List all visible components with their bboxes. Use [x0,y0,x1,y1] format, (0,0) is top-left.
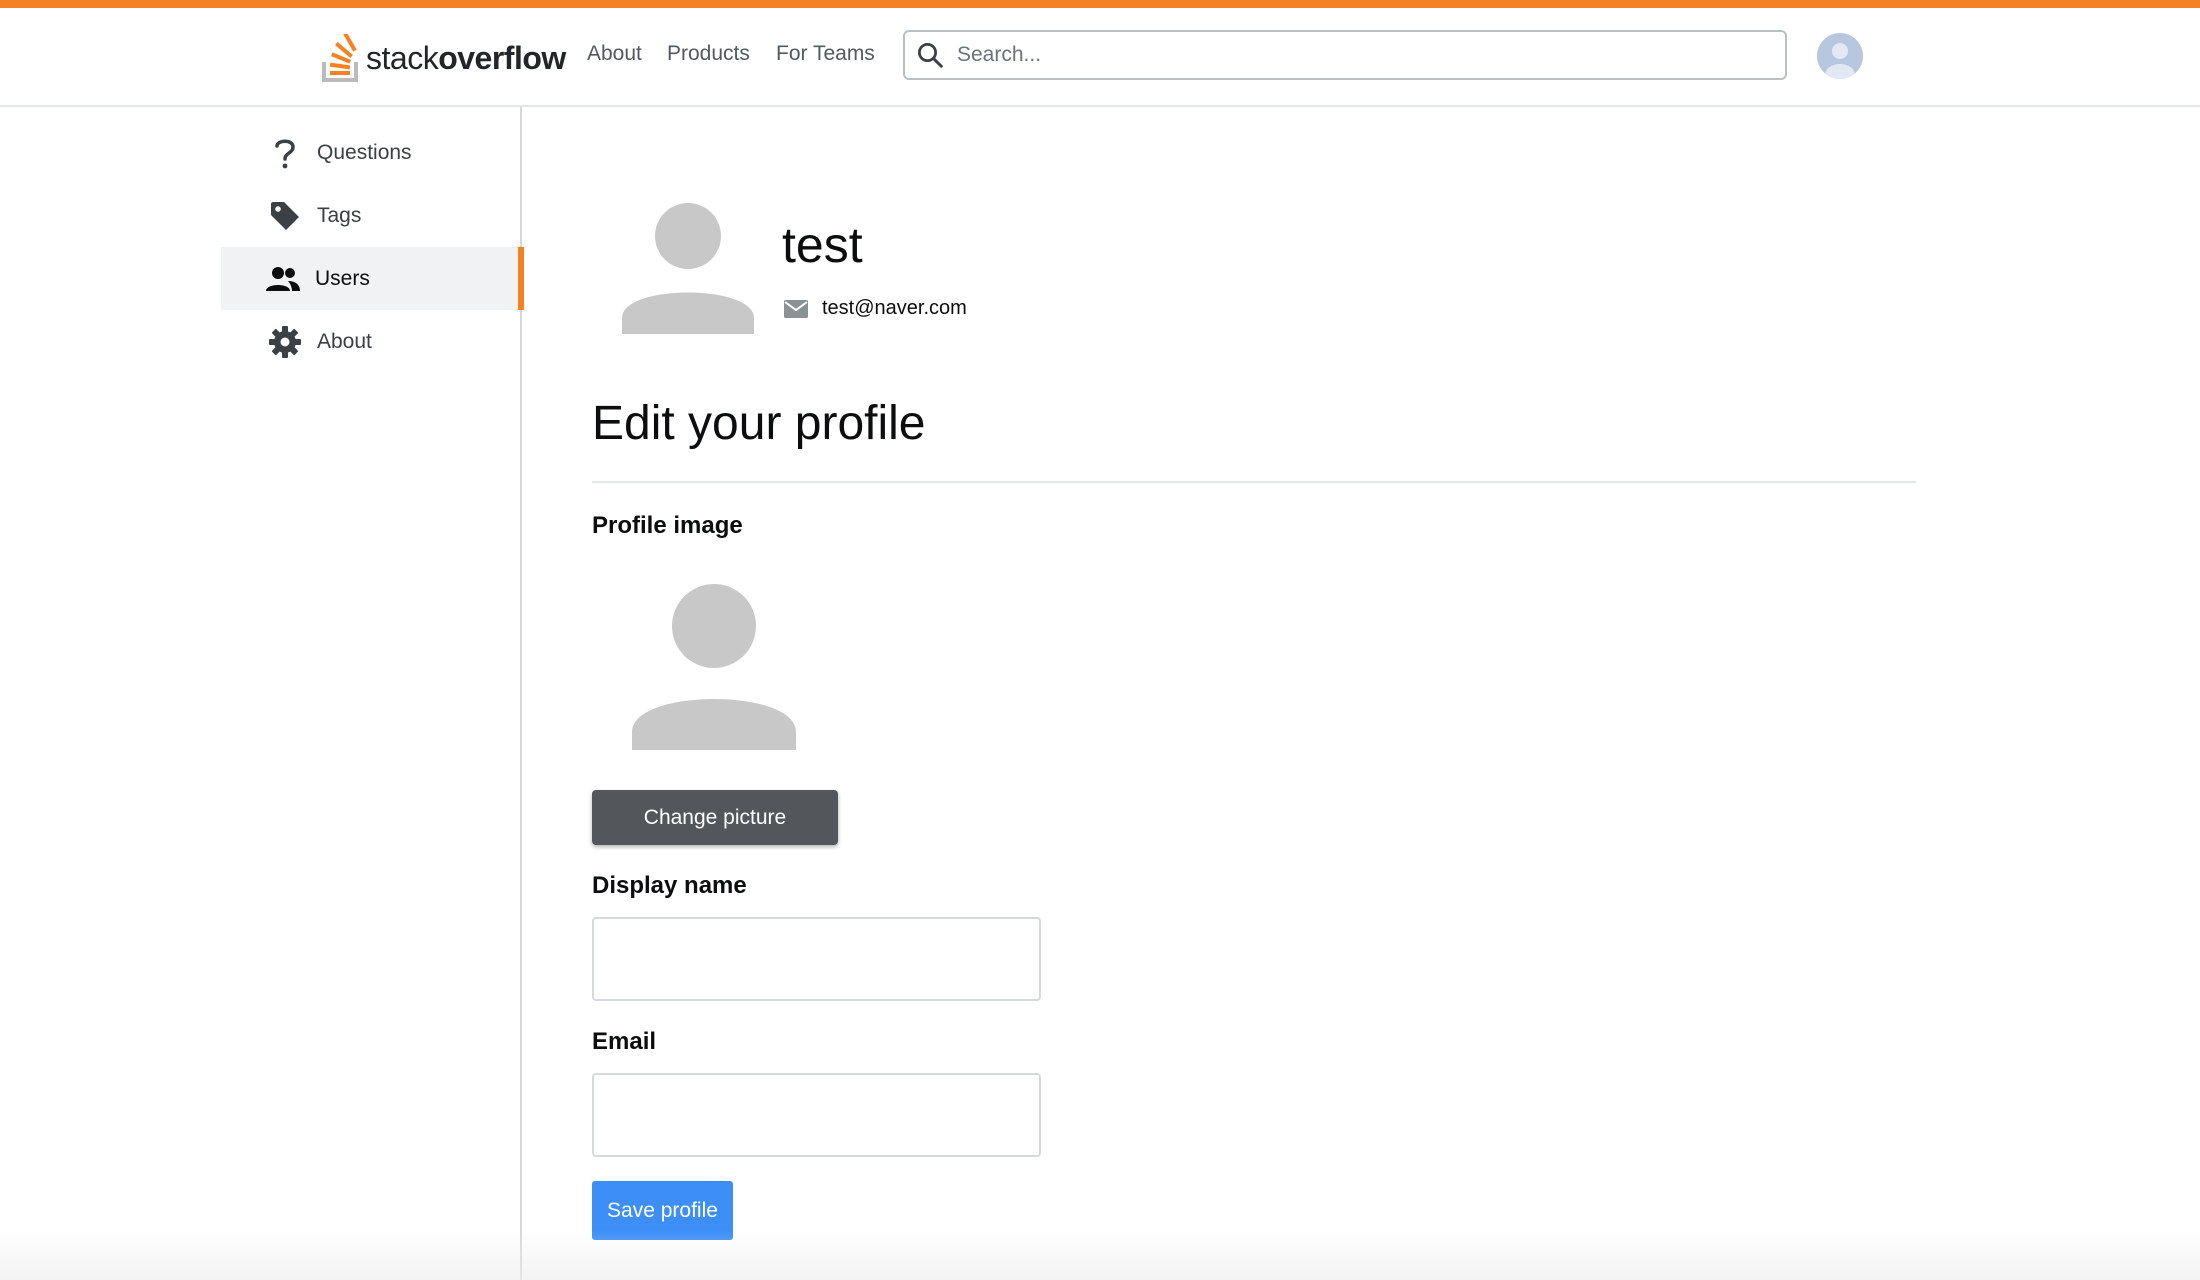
user-avatar[interactable] [1817,33,1863,79]
person-icon [622,203,754,334]
users-icon [265,261,301,297]
search-icon [918,43,943,68]
save-profile-button[interactable]: Save profile [592,1181,733,1240]
profile-image-label: Profile image [592,512,743,539]
mail-icon [784,299,808,318]
profile-name: test [782,217,863,273]
tag-icon [267,198,303,234]
display-name-label: Display name [592,872,747,899]
change-picture-button[interactable]: Change picture [592,790,838,845]
profile-email: test@naver.com [822,297,967,319]
person-icon [632,584,796,750]
email-label: Email [592,1028,657,1055]
page-title: Edit your profile [592,397,926,450]
sidebar-item-questions[interactable]: Questions [221,121,524,184]
top-header: stackoverflow About Products For Teams [0,8,2200,107]
profile-image-preview [628,580,800,752]
email-field[interactable] [592,1073,1041,1157]
sidebar-item-label: About [317,329,372,353]
question-icon [267,135,303,171]
stackoverflow-logo[interactable]: stackoverflow [322,28,566,88]
nav-for-teams[interactable]: For Teams [776,42,875,66]
sidebar-item-label: Tags [317,203,362,227]
sidebar-item-users[interactable]: Users [221,247,524,310]
profile-avatar [620,200,756,336]
search-input[interactable] [955,42,1739,68]
stack-logo-icon [322,34,358,82]
avatar-icon [1825,43,1855,79]
nav-about[interactable]: About [587,42,642,66]
top-accent-bar [0,0,2200,8]
divider [592,481,1916,483]
left-sidebar: Questions Tags Users About [0,107,524,1280]
logo-text: stackoverflow [366,39,566,76]
sidebar-item-label: Users [315,266,370,290]
sidebar-item-label: Questions [317,140,412,164]
nav-products[interactable]: Products [667,42,750,66]
display-name-field[interactable] [592,917,1041,1001]
profile-email-row: test@naver.com [784,297,967,320]
search-box[interactable] [903,30,1787,80]
gear-icon [267,324,303,360]
sidebar-item-about[interactable]: About [221,310,524,373]
sidebar-item-tags[interactable]: Tags [221,184,524,247]
